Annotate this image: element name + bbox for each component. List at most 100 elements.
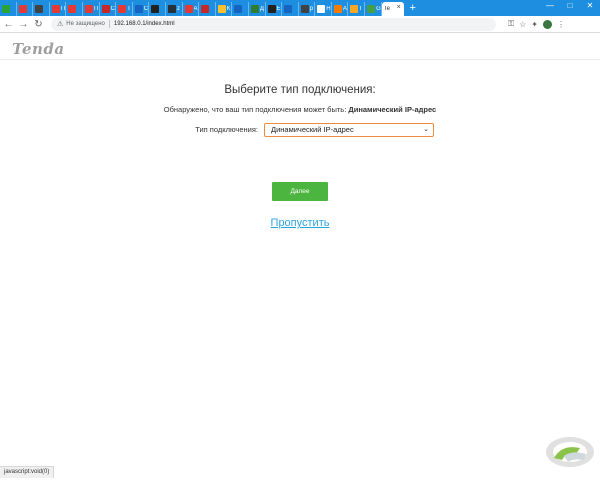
tab-strip: П П С Т Сz A К Д Ер Н А Г G Te × + — □ ✕ [0,0,600,16]
address-bar[interactable]: ⚠ Не защищено 192.168.0.1/index.html [51,17,496,31]
page-content: Tenda Выберите тип подключения: Обнаруже… [0,34,600,480]
tab-favicon-icon [234,5,243,13]
tab-title: A [193,6,198,12]
tab-title: С [110,6,115,12]
tab-favicon-icon [184,5,193,13]
browser-tab[interactable]: Е [266,2,283,16]
detected-prefix: Обнаружено, что ваш тип подключения може… [163,105,347,114]
tab-favicon-icon [300,5,309,13]
close-window-icon[interactable]: ✕ [580,0,600,14]
tab-title: П [60,6,66,12]
detected-value: Динамический IP-адрес [348,105,437,114]
browser-toolbar: ← → ↻ ⚠ Не защищено 192.168.0.1/index.ht… [0,16,600,33]
browser-tab[interactable] [66,2,83,16]
detected-connection-text: Обнаружено, что ваш тип подключения може… [0,105,600,114]
tab-favicon-icon [284,5,293,13]
browser-tab[interactable] [17,2,34,16]
browser-tab[interactable]: Д [249,2,266,16]
browser-tab[interactable]: A [183,2,200,16]
tenda-logo: Tenda [12,40,65,58]
tab-favicon-icon [68,5,77,13]
browser-tab[interactable]: С [100,2,117,16]
tab-favicon-icon [151,5,160,13]
menu-icon[interactable]: ⋮ [557,20,565,29]
tab-favicon-icon [317,5,326,13]
back-arrow-icon[interactable]: ← [2,18,15,31]
tab-favicon-icon [84,5,93,13]
reload-icon[interactable]: ↻ [32,18,45,31]
browser-tab[interactable]: Г [348,2,366,16]
tab-favicon-icon [101,5,110,13]
tab-title: С [143,6,149,12]
tab-title: р [309,6,314,12]
tab-favicon-icon [350,5,359,13]
tab-favicon-icon [201,5,210,13]
browser-tab[interactable]: Т [116,2,133,16]
browser-tab[interactable] [0,2,17,16]
forward-arrow-icon[interactable]: → [17,18,30,31]
next-button[interactable]: Далее [272,182,328,201]
address-separator [108,20,110,28]
connection-type-select[interactable]: Динамический IP-адрес ⌄ [264,123,434,137]
tab-favicon-icon [217,5,226,13]
connection-type-row: Тип подключения: Динамический IP-адрес ⌄ [0,123,600,137]
status-bar: javascript:void(0) [0,466,55,478]
tab-favicon-icon [367,5,376,13]
tab-favicon-icon [118,5,127,13]
tab-title: z [176,6,180,12]
tab-favicon-icon [250,5,259,13]
browser-tab[interactable]: П [83,2,100,16]
tab-title: Г [359,6,363,12]
maximize-icon[interactable]: □ [560,0,580,14]
browser-tab[interactable]: G [365,2,382,16]
skip-link[interactable]: Пропустить [0,217,600,229]
browser-tab[interactable] [232,2,249,16]
tab-favicon-icon [134,5,143,13]
tab-favicon-icon [333,5,342,13]
window-controls: — □ ✕ [540,0,600,14]
tab-title: Е [276,6,281,12]
tab-title: G [376,6,381,12]
tab-title: Н [326,6,331,12]
browser-tab[interactable] [282,2,299,16]
tab-active[interactable]: Te × [381,2,404,16]
new-tab-button[interactable]: + [406,2,420,16]
browser-tab[interactable]: С [133,2,150,16]
browser-tab[interactable] [149,2,166,16]
tab-title: П [93,6,99,12]
tab-favicon-icon [167,5,176,13]
tab-favicon-icon [2,5,10,13]
star-icon[interactable]: ☆ [519,20,526,29]
close-tab-icon[interactable]: × [397,4,401,11]
watermark-logo [546,437,594,467]
tab-favicon-icon [18,5,27,13]
tab-title: К [226,6,231,12]
tab-title: Д [259,6,264,12]
browser-tab[interactable]: z [166,2,183,16]
tab-active-title: Te [383,6,390,12]
minimize-icon[interactable]: — [540,0,560,14]
chevron-down-icon: ⌄ [423,126,429,133]
page-title: Выберите тип подключения: [224,84,376,96]
toolbar-icons: ⚿ ☆ ✦ A ⋮ [508,19,565,29]
browser-tab[interactable] [33,2,50,16]
tab-title: А [342,6,347,12]
warning-icon[interactable]: ⚠ [57,20,63,28]
tab-favicon-icon [267,5,276,13]
browser-tab[interactable]: П [50,2,67,16]
browser-tab[interactable]: А [332,2,349,16]
tab-favicon-icon [35,5,44,13]
browser-tab[interactable]: Н [315,2,332,16]
security-status[interactable]: Не защищено [66,21,105,27]
extensions-icon[interactable]: ✦ [531,20,538,29]
profile-avatar[interactable]: A [542,19,552,29]
key-icon[interactable]: ⚿ [508,19,514,29]
connection-type-value: Динамический IP-адрес [271,125,354,134]
tab-favicon-icon [51,5,60,13]
browser-tab[interactable]: К [216,2,233,16]
browser-tab[interactable]: р [299,2,316,16]
tab-title: Т [127,6,131,12]
browser-tab[interactable] [199,2,216,16]
header-divider [0,59,600,60]
url-text[interactable]: 192.168.0.1/index.html [114,21,175,27]
